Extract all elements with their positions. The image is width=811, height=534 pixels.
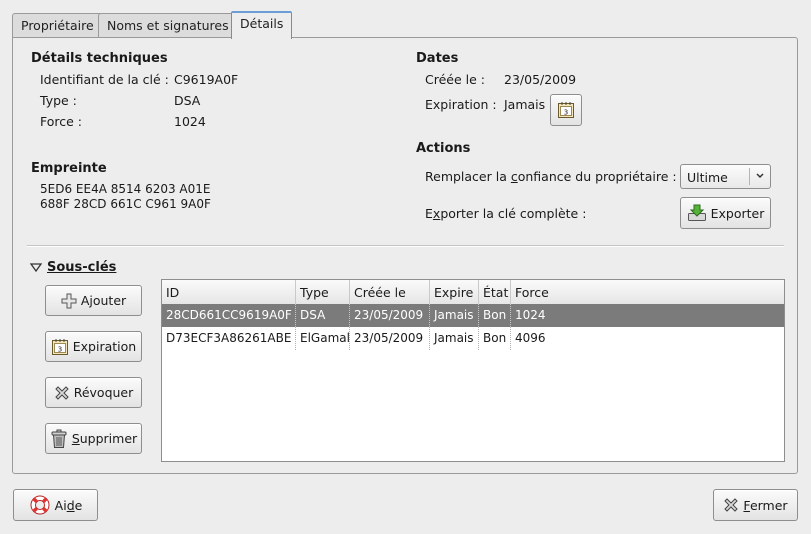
cell-state: Bon — [479, 327, 511, 350]
tab-owner[interactable]: Propriétaire — [12, 13, 103, 37]
cell-state: Bon — [479, 304, 511, 327]
subkey-expiration-button[interactable]: 3 Expiration — [45, 331, 142, 362]
cell-type: DSA — [296, 304, 350, 327]
col-type[interactable]: Type — [296, 280, 350, 304]
type-label: Type : — [40, 93, 77, 108]
help-button-label: Aide — [54, 497, 83, 513]
cell-strength: 1024 — [515, 308, 546, 322]
export-button-label: Exporter — [710, 205, 765, 221]
tab-details-label: Détails — [240, 16, 284, 31]
tech-details-title: Détails techniques — [31, 51, 168, 66]
export-button[interactable]: Exporter — [680, 197, 771, 229]
created-value: 23/05/2009 — [504, 72, 577, 87]
x-icon — [55, 385, 69, 400]
cell-id: D73ECF3A86261ABE — [162, 327, 296, 350]
expiration-value: Jamais — [504, 97, 546, 112]
col-strength[interactable]: Force — [511, 280, 784, 304]
strength-value: 1024 — [174, 114, 206, 129]
section-divider — [27, 245, 784, 247]
key-id-label: Identifiant de la clé : — [40, 72, 169, 87]
cell-created: 23/05/2009 — [350, 327, 430, 350]
close-button[interactable]: Fermer — [713, 489, 798, 521]
help-button[interactable]: Aide — [13, 489, 98, 521]
col-id[interactable]: ID — [162, 280, 296, 304]
subkeys-title: Sous-clés — [47, 260, 117, 275]
col-created[interactable]: Créée le — [350, 280, 430, 304]
dates-title: Dates — [416, 51, 459, 66]
cell-type: ElGamal — [296, 327, 350, 350]
tab-names-signatures[interactable]: Noms et signatures — [98, 13, 238, 37]
type-value: DSA — [174, 93, 201, 108]
plus-icon — [61, 293, 77, 308]
trust-label: Remplacer la confiance du propriétaire : — [425, 169, 677, 184]
expiration-label: Expiration : — [425, 97, 497, 112]
cell-expires: Jamais — [430, 327, 479, 350]
cell-created: 23/05/2009 — [350, 304, 430, 327]
col-expires[interactable]: Expire — [430, 280, 479, 304]
cell-id: 28CD661CC9619A0F — [162, 304, 296, 327]
svg-text:3: 3 — [58, 345, 62, 353]
fingerprint-line-1: 5ED6 EE4A 8514 6203 A01E — [40, 182, 211, 196]
revoke-subkey-button[interactable]: Révoquer — [45, 377, 142, 408]
export-icon — [687, 204, 706, 221]
fingerprint-line-2: 688F 28CD 661C C961 9A0F — [40, 197, 211, 211]
subkey-expiration-label: Expiration — [72, 339, 137, 354]
cell-expires: Jamais — [430, 304, 479, 327]
chevron-down-icon — [756, 173, 764, 179]
close-button-label: Fermer — [743, 497, 788, 513]
table-header: ID Type Créée le Expire État Force — [162, 280, 784, 305]
actions-title: Actions — [416, 141, 471, 156]
trust-select[interactable]: Ultime — [680, 164, 771, 189]
svg-text:3: 3 — [564, 109, 568, 117]
delete-subkey-button[interactable]: Supprimer — [45, 423, 142, 454]
key-id-value: C9619A0F — [174, 72, 239, 87]
add-subkey-button[interactable]: Ajouter — [45, 285, 142, 316]
tab-owner-label: Propriétaire — [21, 18, 94, 33]
export-label: Exporter la clé complète : — [425, 206, 587, 221]
table-row[interactable]: D73ECF3A86261ABE ElGamal 23/05/2009 Jama… — [162, 327, 784, 350]
delete-subkey-label: Supprimer — [71, 431, 138, 446]
expander-arrow-icon — [29, 262, 43, 272]
trash-icon — [51, 429, 67, 448]
calendar-icon: 3 — [51, 338, 68, 355]
col-state[interactable]: État — [479, 280, 511, 304]
table-row[interactable]: 28CD661CC9619A0F DSA 23/05/2009 Jamais B… — [162, 304, 784, 327]
cell-strength: 4096 — [515, 331, 546, 345]
subkeys-table[interactable]: ID Type Créée le Expire État Force 28CD6… — [161, 279, 785, 462]
lifebuoy-icon — [30, 495, 50, 515]
tab-names-signatures-label: Noms et signatures — [107, 18, 229, 33]
revoke-subkey-label: Révoquer — [73, 385, 134, 400]
add-subkey-label: Ajouter — [80, 293, 127, 308]
strength-label: Force : — [40, 114, 83, 129]
subkeys-expander[interactable]: Sous-clés — [29, 260, 116, 275]
calendar-icon: 3 — [558, 102, 574, 118]
expiration-calendar-button[interactable]: 3 — [550, 94, 582, 126]
trust-select-value: Ultime — [687, 170, 728, 185]
fingerprint-title: Empreinte — [31, 161, 107, 176]
tab-details[interactable]: Détails — [231, 11, 293, 39]
created-label: Créée le : — [425, 72, 485, 87]
close-icon — [724, 498, 739, 512]
